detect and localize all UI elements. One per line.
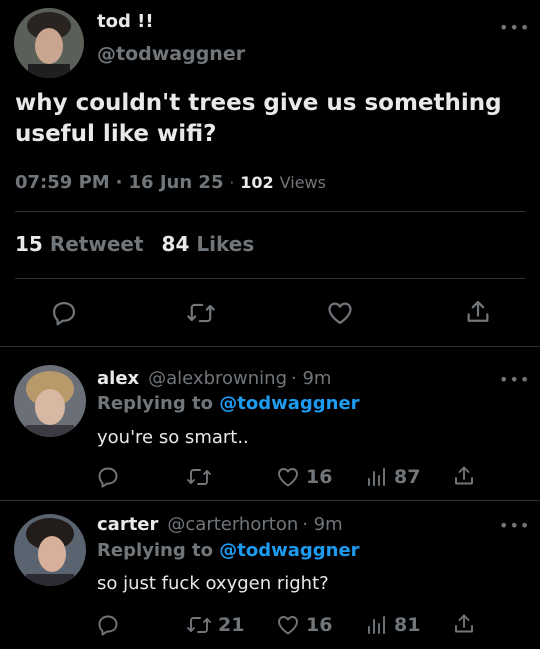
avatar[interactable] — [14, 365, 86, 437]
views-count: 81 — [394, 614, 421, 636]
avatar[interactable] — [14, 514, 86, 586]
share-icon[interactable] — [452, 464, 476, 488]
tweet-time: 07:59 PM — [15, 172, 110, 193]
divider — [0, 346, 540, 347]
replying-to-handle[interactable]: @todwaggner — [219, 393, 359, 414]
retweet-icon — [187, 617, 211, 633]
views-count: 87 — [394, 466, 421, 488]
like-stat[interactable]: 16 — [276, 613, 332, 637]
reply-time: · 9m — [302, 514, 343, 535]
like-stat[interactable]: 16 — [276, 465, 332, 489]
like-count: 16 — [306, 614, 333, 636]
more-options-icon[interactable]: ••• — [499, 18, 530, 37]
reply-icon[interactable] — [50, 299, 78, 327]
display-name[interactable]: carter — [97, 514, 158, 535]
reply-time: · 9m — [291, 368, 332, 389]
handle[interactable]: @alexbrowning — [148, 368, 287, 389]
like-icon — [278, 616, 298, 635]
share-icon[interactable] — [452, 612, 476, 636]
retweet-stat[interactable]: 21 — [186, 613, 244, 637]
tweet-text-line2: useful like wifi? — [15, 121, 217, 147]
replying-to-label: Replying to — [97, 540, 213, 561]
handle[interactable]: @todwaggner — [97, 43, 245, 65]
like-icon[interactable] — [326, 299, 354, 327]
reply-text: you're so smart.. — [97, 427, 249, 448]
likes-count[interactable]: 84 — [162, 232, 190, 256]
reply-header: carter @carterhorton · 9m — [97, 514, 343, 535]
more-options-icon[interactable]: ••• — [499, 370, 530, 389]
replying-to-label: Replying to — [97, 393, 213, 414]
replying-to-handle[interactable]: @todwaggner — [219, 540, 359, 561]
replying-to: Replying to @todwaggner — [97, 393, 360, 414]
views-count: 102 — [240, 173, 274, 192]
views-label: Views — [279, 173, 326, 192]
display-name[interactable]: alex — [97, 368, 139, 389]
retweet-stat[interactable] — [186, 465, 218, 489]
tweet-text-line1: why couldn't trees give us something — [15, 90, 502, 116]
reply-header: alex @alexbrowning · 9m — [97, 368, 331, 389]
replying-to: Replying to @todwaggner — [97, 540, 360, 561]
like-count: 16 — [306, 466, 333, 488]
display-name[interactable]: tod !! — [97, 11, 154, 32]
divider — [15, 211, 525, 212]
separator: · — [229, 174, 235, 192]
views-stat[interactable]: 81 — [366, 613, 420, 637]
tweet-date[interactable]: 16 Jun 25 — [129, 172, 224, 193]
likes-label[interactable]: Likes — [196, 232, 254, 256]
avatar[interactable] — [14, 8, 84, 78]
retweet-count: 21 — [218, 614, 245, 636]
views-icon — [368, 468, 385, 486]
divider — [15, 278, 525, 279]
reply-icon[interactable] — [96, 613, 120, 637]
reply-icon[interactable] — [96, 465, 120, 489]
views-stat[interactable]: 87 — [366, 465, 420, 489]
retweets-label[interactable]: Retweet — [50, 232, 144, 256]
retweet-icon[interactable] — [186, 299, 216, 327]
tweet-stats: 15 Retweet 84 Likes — [15, 232, 254, 256]
more-options-icon[interactable]: ••• — [499, 516, 530, 535]
divider — [0, 500, 540, 501]
like-icon — [278, 468, 298, 487]
share-icon[interactable] — [464, 298, 492, 326]
separator: · — [115, 172, 123, 193]
reply-text: so just fuck oxygen right? — [97, 573, 329, 594]
handle[interactable]: @carterhorton — [167, 514, 298, 535]
tweet-meta: 07:59 PM · 16 Jun 25 · 102 Views — [15, 172, 326, 193]
retweet-icon — [187, 469, 211, 485]
retweets-count[interactable]: 15 — [15, 232, 43, 256]
views-icon — [368, 616, 385, 634]
